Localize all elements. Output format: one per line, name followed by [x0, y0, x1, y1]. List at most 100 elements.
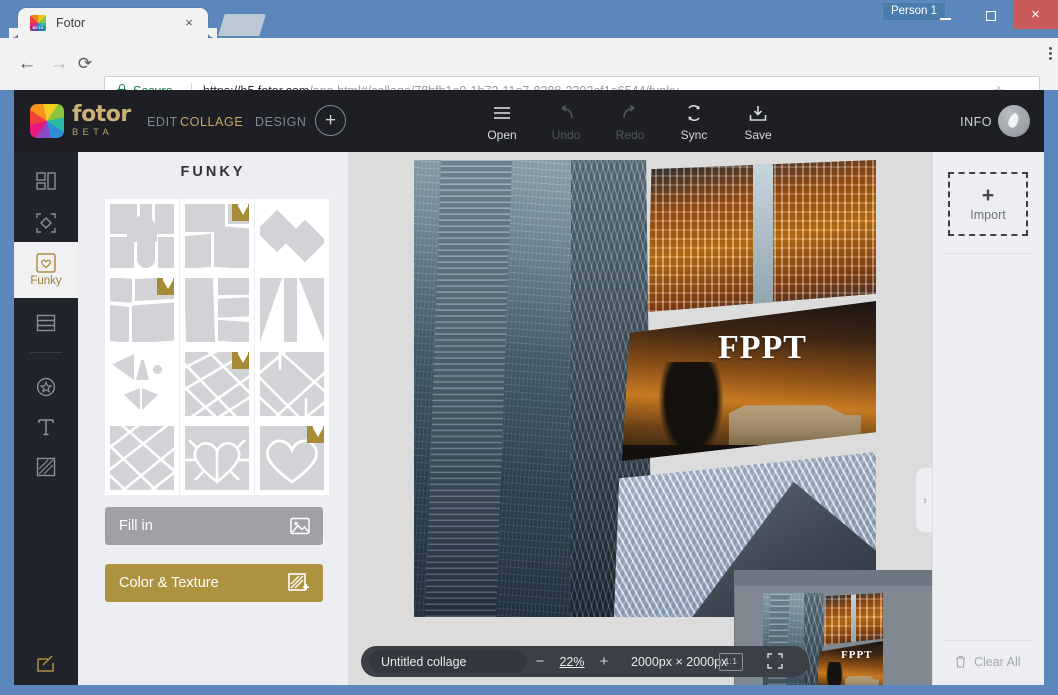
sidebar-item-edit-mode[interactable] — [14, 640, 78, 685]
import-label: Import — [970, 208, 1006, 222]
template-thumb[interactable] — [105, 347, 179, 421]
nav-collage[interactable]: COLLAGE — [180, 114, 243, 130]
zoom-in-button[interactable]: + — [591, 653, 617, 670]
sidebar-item-stitching[interactable] — [14, 300, 78, 346]
photo-city-skyscrapers-blue[interactable] — [414, 160, 652, 617]
pencil-square-icon — [36, 653, 56, 673]
premium-badge-icon — [157, 278, 174, 295]
add-new-button[interactable]: + — [315, 105, 346, 136]
logo-wordmark: fotor — [72, 102, 131, 127]
tool-save-label: Save — [744, 128, 772, 142]
plus-icon: + — [981, 184, 995, 207]
premium-badge-icon — [232, 352, 249, 369]
sidebar-item-funky[interactable]: Funky — [14, 242, 78, 298]
clear-all-button[interactable]: Clear All — [932, 655, 1044, 669]
tool-undo[interactable]: Undo — [534, 102, 598, 143]
nav-photo-sunset: FPPT — [817, 641, 883, 685]
fill-in-label: Fill in — [119, 518, 153, 534]
browser-titlebar: BETA Fotor × Person 1 × — [0, 0, 1058, 38]
chrome-menu-icon[interactable] — [1049, 47, 1052, 62]
window-close-button[interactable]: × — [1013, 0, 1058, 29]
nav-edit[interactable]: EDIT — [147, 114, 178, 130]
app-header: fotor BETA EDIT COLLAGE DESIGN + Open Un… — [14, 90, 1044, 152]
diagonal-stripes-icon — [36, 457, 56, 477]
reload-icon[interactable]: ⟳ — [72, 51, 98, 77]
template-thumb[interactable] — [180, 199, 254, 273]
new-tab-button[interactable] — [218, 14, 266, 36]
sidebar-item-background[interactable] — [14, 444, 78, 490]
stacked-rows-icon — [36, 314, 56, 332]
diamond-frame-icon — [36, 213, 56, 233]
color-texture-button[interactable]: Color & Texture — [105, 564, 323, 602]
fit-screen-icon[interactable] — [767, 652, 791, 671]
trash-icon — [955, 655, 966, 668]
tab-title: Fotor — [56, 16, 86, 30]
window-minimize-button[interactable] — [923, 0, 968, 29]
panel-title: FUNKY — [180, 164, 246, 180]
canvas-bottom-bar: − 22% + 2000px × 2000px 1:1 — [361, 646, 809, 677]
avatar[interactable] — [998, 105, 1030, 137]
sidebar-item-artistic[interactable] — [14, 200, 78, 246]
template-thumb[interactable] — [180, 421, 254, 495]
template-thumb[interactable] — [105, 273, 179, 347]
save-download-icon — [726, 102, 790, 124]
favicon-beta-label: BETA — [30, 26, 46, 31]
browser-window: BETA Fotor × Person 1 × ← → ⟳ Secure htt… — [0, 0, 1058, 695]
premium-badge-icon — [232, 204, 249, 221]
photo-church-at-sunset-with-tree[interactable]: FPPT — [622, 301, 876, 461]
church-building — [728, 405, 861, 458]
import-panel: + Import Clear All — [932, 152, 1044, 685]
tool-redo[interactable]: Redo — [598, 102, 662, 143]
sync-icon — [662, 102, 726, 124]
panel-divider-bottom — [944, 640, 1032, 641]
fotor-logo-icon — [30, 104, 64, 138]
navigator-titlebar — [735, 571, 933, 586]
template-thumb[interactable] — [255, 273, 329, 347]
tool-sync-label: Sync — [680, 128, 708, 142]
zoom-level[interactable]: 22% — [553, 655, 591, 669]
tool-save[interactable]: Save — [726, 102, 790, 143]
redo-arrow-icon — [598, 102, 662, 124]
fill-in-button[interactable]: Fill in — [105, 507, 323, 545]
tool-sync[interactable]: Sync — [662, 102, 726, 143]
fotor-logo-text: fotor BETA — [72, 104, 131, 139]
premium-badge-icon — [307, 426, 324, 443]
nav-collage-text: FPPT — [841, 649, 873, 661]
panel-divider-top — [944, 253, 1032, 254]
collage-text-fppt[interactable]: FPPT — [718, 329, 807, 367]
collage-name-input[interactable] — [369, 650, 527, 673]
sidebar-item-funky-label: Funky — [30, 275, 62, 287]
nav-design[interactable]: DESIGN — [255, 114, 307, 130]
canvas-dimensions: 2000px × 2000px — [631, 654, 728, 669]
back-icon[interactable]: ← — [14, 51, 40, 77]
tab-close-icon[interactable]: × — [182, 16, 196, 30]
template-thumb[interactable] — [180, 273, 254, 347]
browser-tab[interactable]: BETA Fotor × — [9, 8, 217, 38]
tool-redo-label: Redo — [615, 128, 645, 142]
window-maximize-button[interactable] — [968, 0, 1013, 29]
fotor-app: fotor BETA EDIT COLLAGE DESIGN + Open Un… — [14, 90, 1044, 685]
aspect-ratio-button[interactable]: 1:1 — [719, 652, 743, 671]
text-t-icon — [37, 417, 55, 437]
image-icon — [290, 517, 310, 535]
zoom-out-button[interactable]: − — [527, 653, 553, 670]
template-thumb[interactable] — [105, 199, 179, 273]
template-grid — [105, 199, 329, 495]
tool-undo-label: Undo — [551, 128, 581, 142]
undo-arrow-icon — [534, 102, 598, 124]
sidebar-item-layout[interactable] — [14, 158, 78, 204]
clear-all-label: Clear All — [973, 655, 1021, 669]
canvas-area[interactable]: FPPT FPPT Untitled collage − 22% + 2000p… — [348, 152, 934, 685]
template-thumb[interactable] — [255, 347, 329, 421]
tool-open[interactable]: Open — [470, 102, 534, 143]
star-circle-icon — [36, 377, 56, 397]
template-thumb[interactable] — [255, 199, 329, 273]
template-thumb[interactable] — [105, 421, 179, 495]
fotor-favicon-icon: BETA — [30, 15, 46, 31]
collage-artboard[interactable]: FPPT — [414, 160, 876, 617]
template-thumb[interactable] — [180, 347, 254, 421]
info-label[interactable]: INFO — [960, 114, 992, 130]
template-thumb[interactable] — [255, 421, 329, 495]
import-button[interactable]: + Import — [948, 172, 1028, 236]
photo-glass-towers-orange-sunset[interactable] — [648, 160, 876, 312]
